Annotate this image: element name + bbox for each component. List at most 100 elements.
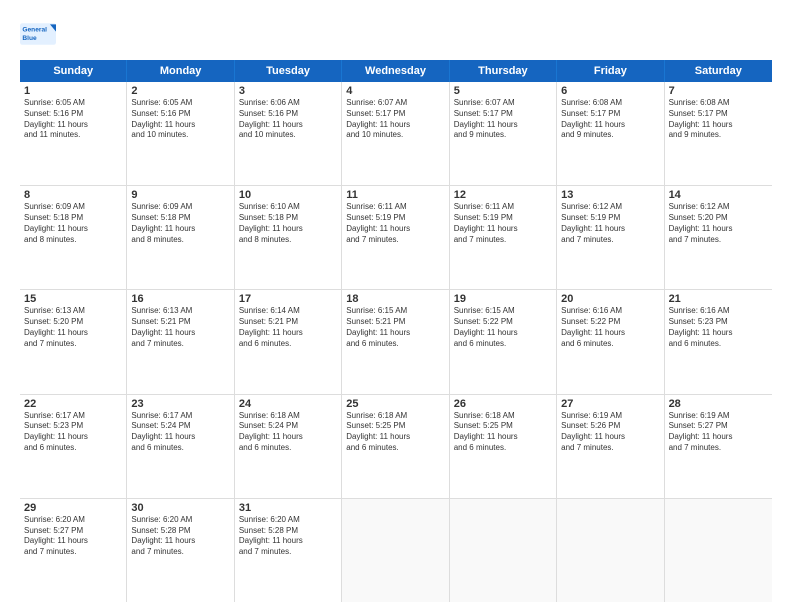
calendar-cell: 25Sunrise: 6:18 AM Sunset: 5:25 PM Dayli… bbox=[342, 395, 449, 498]
cell-info: Sunrise: 6:05 AM Sunset: 5:16 PM Dayligh… bbox=[131, 98, 229, 141]
cell-info: Sunrise: 6:06 AM Sunset: 5:16 PM Dayligh… bbox=[239, 98, 337, 141]
cell-info: Sunrise: 6:12 AM Sunset: 5:19 PM Dayligh… bbox=[561, 202, 659, 245]
day-number: 5 bbox=[454, 85, 552, 97]
calendar-cell: 10Sunrise: 6:10 AM Sunset: 5:18 PM Dayli… bbox=[235, 186, 342, 289]
calendar-cell bbox=[557, 499, 664, 602]
calendar-row: 1Sunrise: 6:05 AM Sunset: 5:16 PM Daylig… bbox=[20, 82, 772, 186]
cell-info: Sunrise: 6:13 AM Sunset: 5:20 PM Dayligh… bbox=[24, 306, 122, 349]
day-number: 29 bbox=[24, 502, 122, 514]
calendar-cell: 2Sunrise: 6:05 AM Sunset: 5:16 PM Daylig… bbox=[127, 82, 234, 185]
calendar-cell: 29Sunrise: 6:20 AM Sunset: 5:27 PM Dayli… bbox=[20, 499, 127, 602]
header: General Blue bbox=[20, 16, 772, 52]
calendar-cell: 27Sunrise: 6:19 AM Sunset: 5:26 PM Dayli… bbox=[557, 395, 664, 498]
cell-info: Sunrise: 6:08 AM Sunset: 5:17 PM Dayligh… bbox=[669, 98, 768, 141]
calendar-cell: 21Sunrise: 6:16 AM Sunset: 5:23 PM Dayli… bbox=[665, 290, 772, 393]
day-number: 27 bbox=[561, 398, 659, 410]
cell-info: Sunrise: 6:13 AM Sunset: 5:21 PM Dayligh… bbox=[131, 306, 229, 349]
cell-info: Sunrise: 6:12 AM Sunset: 5:20 PM Dayligh… bbox=[669, 202, 768, 245]
cell-info: Sunrise: 6:19 AM Sunset: 5:27 PM Dayligh… bbox=[669, 411, 768, 454]
day-number: 11 bbox=[346, 189, 444, 201]
calendar-cell: 11Sunrise: 6:11 AM Sunset: 5:19 PM Dayli… bbox=[342, 186, 449, 289]
calendar-row: 8 Sunrise: 6:09 AM Sunset: 5:18 PM Daylig… bbox=[20, 186, 772, 290]
calendar-cell: 6Sunrise: 6:08 AM Sunset: 5:17 PM Daylig… bbox=[557, 82, 664, 185]
day-number: 10 bbox=[239, 189, 337, 201]
day-number: 9 bbox=[131, 189, 229, 201]
page: General Blue SundayMondayTuesdayWednesda… bbox=[0, 0, 792, 612]
day-number: 14 bbox=[669, 189, 768, 201]
calendar-cell: 15Sunrise: 6:13 AM Sunset: 5:20 PM Dayli… bbox=[20, 290, 127, 393]
day-number: 4 bbox=[346, 85, 444, 97]
calendar-cell: 5Sunrise: 6:07 AM Sunset: 5:17 PM Daylig… bbox=[450, 82, 557, 185]
day-number: 25 bbox=[346, 398, 444, 410]
day-number: 6 bbox=[561, 85, 659, 97]
day-number: 1 bbox=[24, 85, 122, 97]
cell-info: Sunrise: 6:18 AM Sunset: 5:25 PM Dayligh… bbox=[346, 411, 444, 454]
calendar-row: 29Sunrise: 6:20 AM Sunset: 5:27 PM Dayli… bbox=[20, 499, 772, 602]
calendar-header-cell: Friday bbox=[557, 60, 664, 82]
calendar-header-cell: Wednesday bbox=[342, 60, 449, 82]
cell-info: Sunrise: 6:18 AM Sunset: 5:25 PM Dayligh… bbox=[454, 411, 552, 454]
day-number: 17 bbox=[239, 293, 337, 305]
day-number: 22 bbox=[24, 398, 122, 410]
calendar-cell: 1Sunrise: 6:05 AM Sunset: 5:16 PM Daylig… bbox=[20, 82, 127, 185]
cell-info: Sunrise: 6:07 AM Sunset: 5:17 PM Dayligh… bbox=[346, 98, 444, 141]
day-number: 19 bbox=[454, 293, 552, 305]
calendar-cell: 9Sunrise: 6:09 AM Sunset: 5:18 PM Daylig… bbox=[127, 186, 234, 289]
calendar-cell: 3Sunrise: 6:06 AM Sunset: 5:16 PM Daylig… bbox=[235, 82, 342, 185]
cell-info: Sunrise: 6:07 AM Sunset: 5:17 PM Dayligh… bbox=[454, 98, 552, 141]
svg-text:Blue: Blue bbox=[22, 35, 37, 42]
day-number: 26 bbox=[454, 398, 552, 410]
cell-info: Sunrise: 6:16 AM Sunset: 5:22 PM Dayligh… bbox=[561, 306, 659, 349]
day-number: 18 bbox=[346, 293, 444, 305]
day-number: 24 bbox=[239, 398, 337, 410]
cell-info: Sunrise: 6:20 AM Sunset: 5:28 PM Dayligh… bbox=[131, 515, 229, 558]
cell-info: Sunrise: 6:11 AM Sunset: 5:19 PM Dayligh… bbox=[346, 202, 444, 245]
day-number: 13 bbox=[561, 189, 659, 201]
cell-info: Sunrise: 6:08 AM Sunset: 5:17 PM Dayligh… bbox=[561, 98, 659, 141]
calendar-header: SundayMondayTuesdayWednesdayThursdayFrid… bbox=[20, 60, 772, 82]
day-number: 23 bbox=[131, 398, 229, 410]
calendar-cell: 24Sunrise: 6:18 AM Sunset: 5:24 PM Dayli… bbox=[235, 395, 342, 498]
cell-info: Sunrise: 6:05 AM Sunset: 5:16 PM Dayligh… bbox=[24, 98, 122, 141]
day-number: 31 bbox=[239, 502, 337, 514]
calendar-cell: 7Sunrise: 6:08 AM Sunset: 5:17 PM Daylig… bbox=[665, 82, 772, 185]
calendar-header-cell: Thursday bbox=[450, 60, 557, 82]
day-number: 2 bbox=[131, 85, 229, 97]
calendar-cell: 23Sunrise: 6:17 AM Sunset: 5:24 PM Dayli… bbox=[127, 395, 234, 498]
cell-info: Sunrise: 6:10 AM Sunset: 5:18 PM Dayligh… bbox=[239, 202, 337, 245]
cell-info: Sunrise: 6:16 AM Sunset: 5:23 PM Dayligh… bbox=[669, 306, 768, 349]
cell-info: Sunrise: 6:15 AM Sunset: 5:21 PM Dayligh… bbox=[346, 306, 444, 349]
calendar-body: 1Sunrise: 6:05 AM Sunset: 5:16 PM Daylig… bbox=[20, 82, 772, 602]
calendar-cell: 20Sunrise: 6:16 AM Sunset: 5:22 PM Dayli… bbox=[557, 290, 664, 393]
cell-info: Sunrise: 6:15 AM Sunset: 5:22 PM Dayligh… bbox=[454, 306, 552, 349]
calendar-cell: 4Sunrise: 6:07 AM Sunset: 5:17 PM Daylig… bbox=[342, 82, 449, 185]
calendar-cell: 8Sunrise: 6:09 AM Sunset: 5:18 PM Daylig… bbox=[20, 186, 127, 289]
day-number: 15 bbox=[24, 293, 122, 305]
calendar-cell bbox=[450, 499, 557, 602]
calendar-cell bbox=[342, 499, 449, 602]
calendar-cell bbox=[665, 499, 772, 602]
day-number: 21 bbox=[669, 293, 768, 305]
calendar-cell: 31Sunrise: 6:20 AM Sunset: 5:28 PM Dayli… bbox=[235, 499, 342, 602]
calendar-row: 22Sunrise: 6:17 AM Sunset: 5:23 PM Dayli… bbox=[20, 395, 772, 499]
calendar-row: 15Sunrise: 6:13 AM Sunset: 5:20 PM Dayli… bbox=[20, 290, 772, 394]
calendar-cell: 13Sunrise: 6:12 AM Sunset: 5:19 PM Dayli… bbox=[557, 186, 664, 289]
cell-info: Sunrise: 6:11 AM Sunset: 5:19 PM Dayligh… bbox=[454, 202, 552, 245]
calendar-header-cell: Monday bbox=[127, 60, 234, 82]
day-number: 30 bbox=[131, 502, 229, 514]
calendar-header-cell: Saturday bbox=[665, 60, 772, 82]
calendar-cell: 12Sunrise: 6:11 AM Sunset: 5:19 PM Dayli… bbox=[450, 186, 557, 289]
calendar-cell: 22Sunrise: 6:17 AM Sunset: 5:23 PM Dayli… bbox=[20, 395, 127, 498]
day-number: 12 bbox=[454, 189, 552, 201]
cell-info: Sunrise: 6:17 AM Sunset: 5:24 PM Dayligh… bbox=[131, 411, 229, 454]
calendar-cell: 14Sunrise: 6:12 AM Sunset: 5:20 PM Dayli… bbox=[665, 186, 772, 289]
logo: General Blue bbox=[20, 16, 56, 52]
day-number: 7 bbox=[669, 85, 768, 97]
calendar-cell: 17Sunrise: 6:14 AM Sunset: 5:21 PM Dayli… bbox=[235, 290, 342, 393]
cell-info: Sunrise: 6:18 AM Sunset: 5:24 PM Dayligh… bbox=[239, 411, 337, 454]
day-number: 28 bbox=[669, 398, 768, 410]
day-number: 8 bbox=[24, 189, 122, 201]
calendar-cell: 19Sunrise: 6:15 AM Sunset: 5:22 PM Dayli… bbox=[450, 290, 557, 393]
cell-info: Sunrise: 6:09 AM Sunset: 5:18 PM Dayligh… bbox=[131, 202, 229, 245]
cell-info: Sunrise: 6:20 AM Sunset: 5:28 PM Dayligh… bbox=[239, 515, 337, 558]
